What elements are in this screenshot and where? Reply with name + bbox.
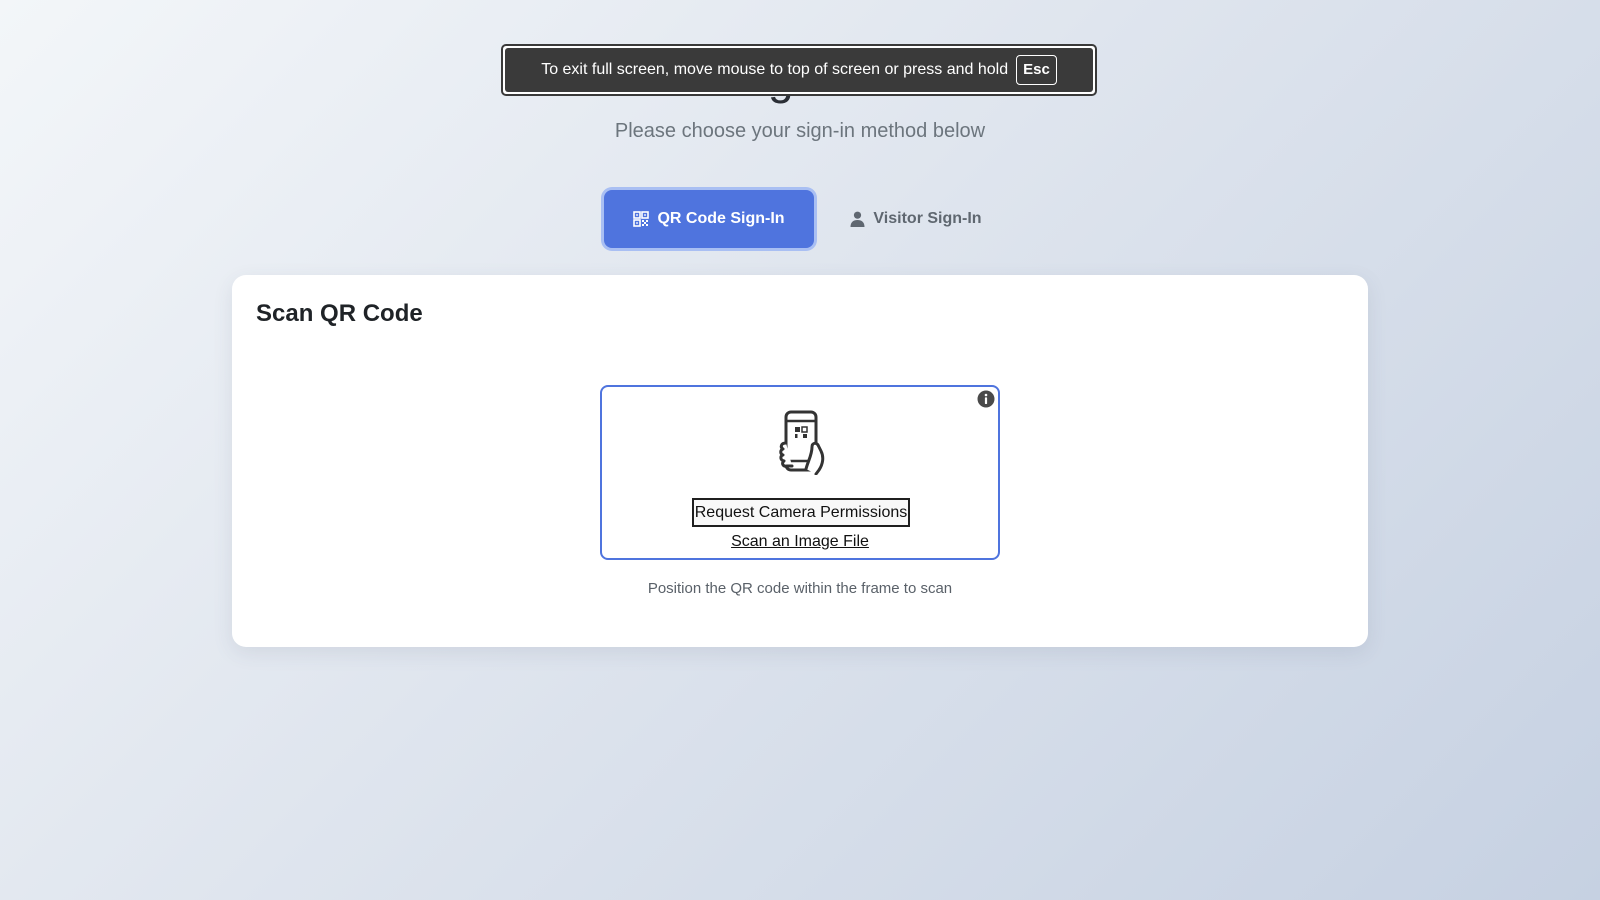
phone-qr-scan-icon bbox=[779, 410, 825, 475]
tab-visitor-label: Visitor Sign-In bbox=[873, 210, 982, 227]
tab-visitor-sign-in[interactable]: Visitor Sign-In bbox=[836, 190, 996, 248]
esc-key-badge: Esc bbox=[1016, 55, 1057, 85]
fullscreen-notice-message: To exit full screen, move mouse to top o… bbox=[541, 61, 1009, 78]
scan-qr-card: Scan QR Code Request Camera Permissions … bbox=[232, 275, 1368, 647]
fullscreen-exit-notice: To exit full screen, move mouse to top o… bbox=[501, 44, 1097, 96]
scan-hint: Position the QR code within the frame to… bbox=[647, 580, 953, 597]
qr-scanner-frame: Request Camera Permissions Scan an Image… bbox=[600, 385, 1000, 560]
person-icon bbox=[850, 211, 865, 227]
sign-in-method-tabs: QR Code Sign-In Visitor Sign-In bbox=[0, 190, 1600, 248]
page-subtitle: Please choose your sign-in method below bbox=[614, 120, 986, 142]
tab-qr-code-sign-in[interactable]: QR Code Sign-In bbox=[604, 190, 814, 248]
qr-code-icon bbox=[633, 211, 650, 227]
scan-image-file-link[interactable]: Scan an Image File bbox=[602, 532, 998, 552]
request-camera-permissions-button[interactable]: Request Camera Permissions bbox=[692, 498, 910, 527]
info-icon[interactable] bbox=[977, 390, 995, 408]
fullscreen-notice-body: To exit full screen, move mouse to top o… bbox=[505, 48, 1093, 92]
card-title: Scan QR Code bbox=[256, 300, 423, 327]
tab-qr-code-label: QR Code Sign-In bbox=[657, 210, 785, 227]
